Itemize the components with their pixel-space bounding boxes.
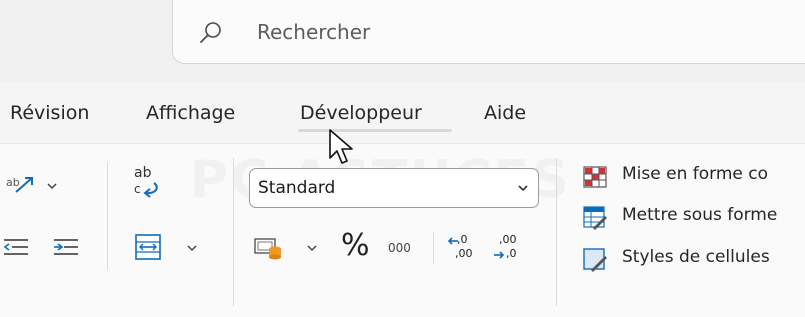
svg-text:ab: ab xyxy=(6,176,20,189)
conditional-format-icon xyxy=(583,166,607,188)
cell-styles-button[interactable]: Styles de cellules xyxy=(622,247,770,267)
wrap-text-button[interactable]: ab c xyxy=(132,165,162,199)
increase-indent-icon[interactable] xyxy=(54,237,80,257)
arrow-right-icon xyxy=(494,251,505,259)
cell-styles-icon xyxy=(583,248,607,272)
divider xyxy=(233,158,234,306)
accounting-chevron-down-icon[interactable] xyxy=(307,243,317,253)
arrow-left-icon xyxy=(447,237,458,245)
format-as-table-button[interactable]: Mettre sous forme xyxy=(622,205,777,225)
decrease-decimal-button[interactable]: ,00 ,0 xyxy=(493,233,523,265)
tab-aide[interactable]: Aide xyxy=(484,102,526,124)
number-format-dropdown[interactable]: Standard xyxy=(249,168,539,208)
chevron-down-icon xyxy=(518,185,528,192)
search-icon xyxy=(200,22,221,43)
dec-decimal-top: ,00 xyxy=(499,233,517,246)
wrap-text-icon: c xyxy=(134,182,158,198)
merge-center-icon[interactable] xyxy=(135,234,161,260)
decrease-indent-icon[interactable] xyxy=(4,237,30,257)
inc-decimal-bottom: ,00 xyxy=(455,247,473,260)
search-placeholder: Rechercher xyxy=(257,20,371,44)
mouse-cursor-icon xyxy=(329,129,353,164)
title-bar: Rechercher xyxy=(0,0,805,82)
format-as-table-icon xyxy=(583,206,607,230)
tab-developpeur[interactable]: Développeur xyxy=(300,102,422,124)
wrap-text-label: ab xyxy=(134,165,152,181)
increase-decimal-button[interactable]: ,0 ,00 xyxy=(447,233,477,265)
conditional-format-button[interactable]: Mise en forme co xyxy=(622,164,768,184)
divider xyxy=(556,158,557,306)
accounting-format-icon[interactable] xyxy=(254,235,286,261)
dec-decimal-bottom: ,0 xyxy=(506,247,517,260)
percent-style-button[interactable]: % xyxy=(341,228,370,263)
comma-style-button[interactable]: 000 xyxy=(388,241,411,255)
merge-chevron-down-icon[interactable] xyxy=(187,243,197,253)
divider xyxy=(433,232,434,264)
svg-text:c: c xyxy=(134,182,141,196)
chevron-down-icon[interactable] xyxy=(47,181,57,191)
divider xyxy=(107,162,108,270)
orientation-icon[interactable]: ab xyxy=(6,172,36,196)
number-format-value: Standard xyxy=(258,178,336,198)
tab-hover-indicator xyxy=(298,129,452,132)
search-box[interactable]: Rechercher xyxy=(172,0,805,64)
tab-revision[interactable]: Révision xyxy=(10,102,89,124)
tab-affichage[interactable]: Affichage xyxy=(146,102,235,124)
